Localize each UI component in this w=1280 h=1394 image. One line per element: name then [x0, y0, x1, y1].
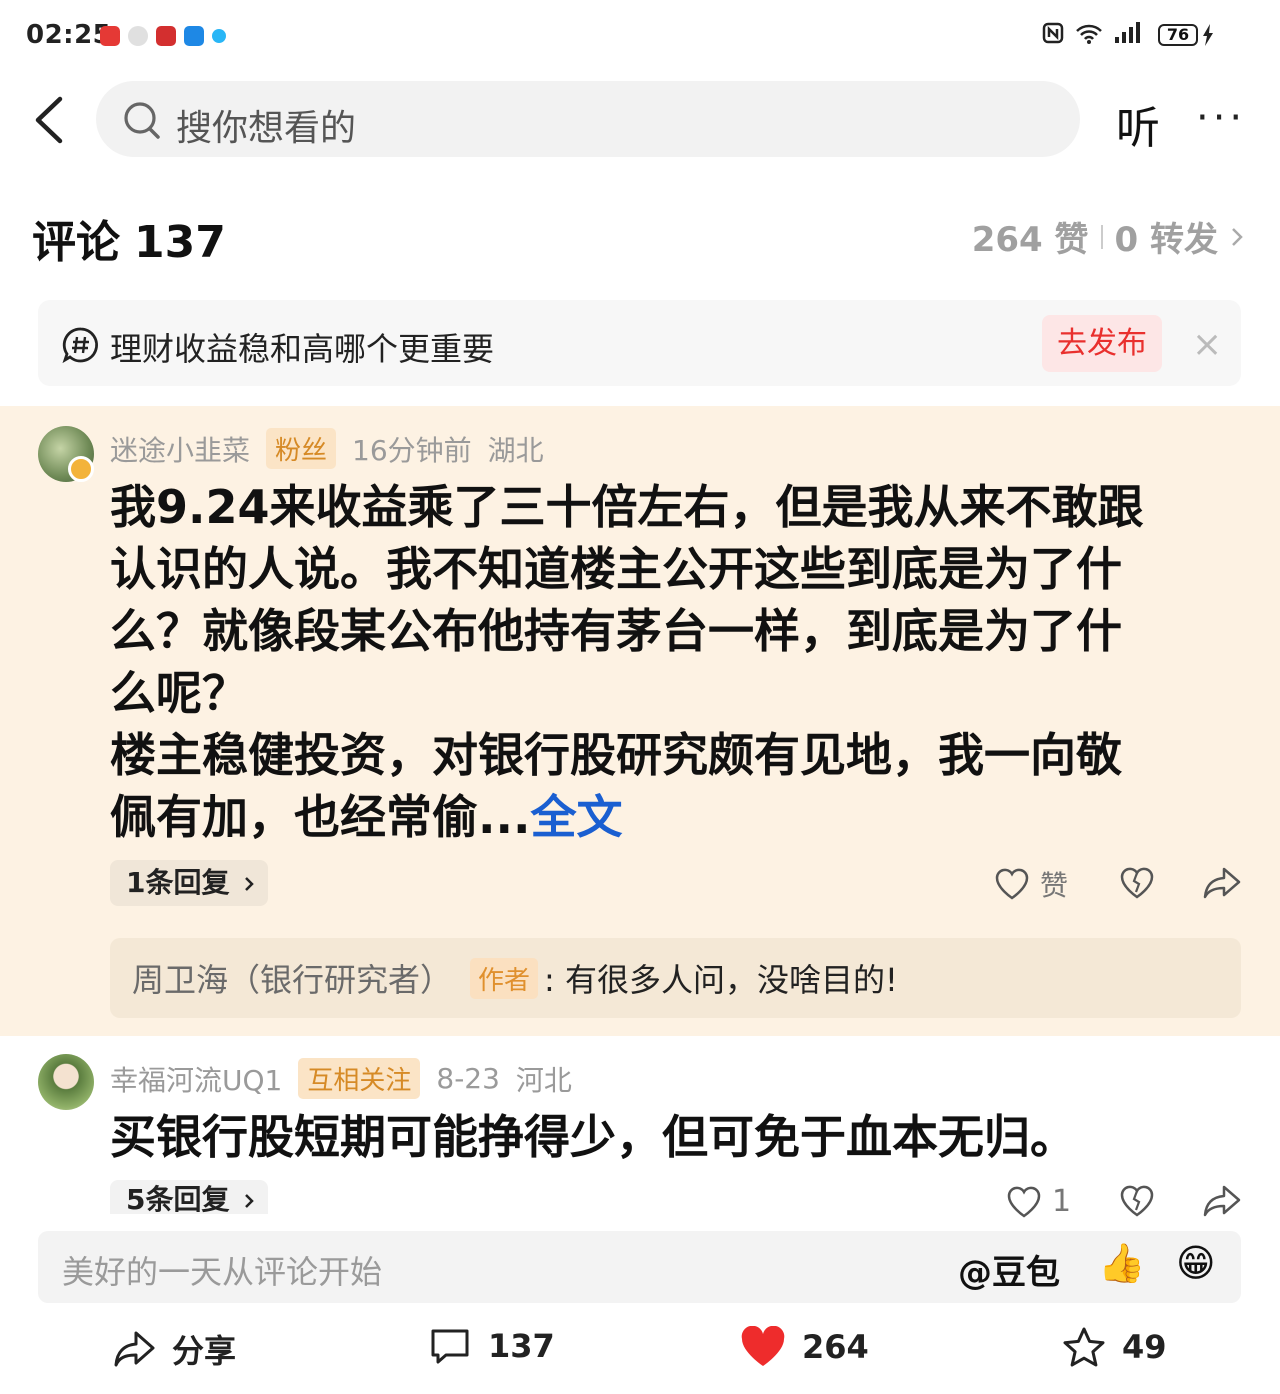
chevron-right-icon — [1232, 227, 1243, 246]
comment-meta: 幸福河流UQ1 互相关注 8-23 河北 — [110, 1058, 572, 1099]
badge-icon — [68, 456, 94, 482]
broken-heart-icon[interactable] — [1119, 1184, 1155, 1218]
like-count: 1 — [1052, 1184, 1072, 1219]
favorite-count: 49 — [1122, 1328, 1167, 1366]
comments-count: 137 — [134, 217, 226, 268]
hashtag-bubble-icon — [62, 327, 98, 364]
comments-title: 评论 137 — [32, 206, 226, 270]
app-notification-icon — [156, 26, 176, 46]
mention-button[interactable]: @豆包 — [958, 1245, 1060, 1294]
comment-line: 我9.24来收益乘了三十倍左右，但是我从来不敢跟 — [110, 480, 1144, 534]
search-placeholder: 搜你想看的 — [176, 108, 357, 149]
share-icon — [114, 1331, 155, 1367]
app-notification-icon — [212, 29, 226, 43]
author-badge: 作者 — [470, 957, 539, 999]
reply-count: 1条回复 — [126, 866, 230, 899]
post-like-count: 264 — [802, 1328, 869, 1366]
author-reply[interactable]: 周卫海（银行研究者） 作者 : 有很多人问，没啥目的! — [110, 938, 1241, 1018]
more-menu-button[interactable]: ··· — [1196, 98, 1246, 138]
reply-count: 5条回复 — [126, 1183, 230, 1214]
star-icon — [1063, 1327, 1105, 1367]
favorite-button[interactable]: 49 — [1062, 1326, 1167, 1368]
like-post-button[interactable]: 264 — [740, 1326, 869, 1368]
listen-button[interactable]: 听 — [1116, 92, 1160, 156]
full-text-link[interactable]: 全文 — [530, 790, 622, 844]
fan-badge: 粉丝 — [266, 428, 337, 469]
heart-filled-icon — [741, 1326, 785, 1366]
comment-username[interactable]: 迷途小韭菜 — [110, 429, 250, 469]
comments-title-label: 评论 — [32, 217, 120, 268]
view-replies-button[interactable]: 1条回复 — [110, 860, 268, 906]
comment-time: 16分钟前 — [352, 433, 472, 467]
comment-username[interactable]: 幸福河流UQ1 — [110, 1059, 282, 1099]
share-button[interactable]: 分享 — [112, 1326, 236, 1372]
comment-input[interactable]: 美好的一天从评论开始 @豆包 👍 😁 — [38, 1231, 1241, 1303]
chevron-right-icon — [245, 1194, 255, 1208]
app-notification-icon — [100, 26, 120, 46]
topic-text: 理财收益稳和高哪个更重要 — [110, 330, 495, 368]
battery-indicator: 76 — [1158, 24, 1198, 46]
broken-heart-icon[interactable] — [1119, 866, 1155, 900]
chevron-right-icon — [245, 877, 255, 891]
comment-line: 么？就像段某公布他持有茅台一样，到底是为了什 — [110, 604, 1122, 658]
share-icon[interactable] — [1202, 1184, 1242, 1218]
like-button[interactable]: 赞 — [994, 864, 1068, 904]
comment-meta: 迷途小韭菜 粉丝 16分钟前 湖北 — [110, 428, 544, 469]
comment-bubble-icon — [431, 1329, 469, 1364]
author-reply-text: : 有很多人问，没啥目的! — [544, 961, 898, 999]
wifi-icon — [1076, 24, 1102, 44]
thumbs-up-emoji-button[interactable]: 👍 — [1098, 1241, 1145, 1286]
signal-icon — [1115, 22, 1140, 43]
charging-icon — [1203, 24, 1213, 46]
stats-divider — [1100, 224, 1103, 249]
like-button[interactable]: 1 — [1006, 1184, 1071, 1219]
app-notification-icon — [128, 26, 148, 46]
status-bar: 02:25 76 — [0, 0, 1280, 72]
close-icon[interactable]: × — [1192, 324, 1222, 365]
nfc-icon — [1042, 22, 1064, 44]
comment-location: 河北 — [515, 1063, 572, 1097]
reposts-stat: 0 转发 — [1114, 220, 1219, 260]
topic-banner[interactable]: 理财收益稳和高哪个更重要 去发布 × — [38, 300, 1241, 386]
likes-stat: 264 赞 — [971, 220, 1089, 260]
view-replies-button[interactable]: 5条回复 — [110, 1180, 268, 1214]
status-time: 02:25 — [26, 20, 112, 50]
author-name[interactable]: 周卫海（银行研究者） — [132, 955, 452, 1001]
search-icon — [124, 102, 160, 139]
back-arrow-icon[interactable] — [32, 96, 66, 144]
comment-location: 湖北 — [487, 433, 544, 467]
engagement-stats[interactable]: 264 赞 0 转发 — [972, 212, 1244, 261]
comment-body[interactable]: 买银行股短期可能挣得少，但可免于血本无归。 — [110, 1106, 1076, 1168]
comment-time: 8-23 — [436, 1062, 500, 1095]
comment-line: 佩有加，也经常偷... — [110, 790, 531, 844]
status-indicators — [1042, 22, 1140, 44]
app-notification-icon — [184, 26, 204, 46]
search-bar[interactable]: 搜你想看的 — [96, 81, 1080, 157]
comment-input-placeholder: 美好的一天从评论开始 — [62, 1253, 383, 1291]
comment-line: 认识的人说。我不知道楼主公开这些到底是为了什 — [110, 542, 1122, 596]
publish-button[interactable]: 去发布 — [1042, 315, 1162, 372]
comment-count: 137 — [488, 1327, 555, 1365]
avatar[interactable] — [38, 1054, 94, 1110]
notification-icons — [100, 26, 226, 46]
comment-line: 楼主稳健投资，对银行股研究颇有见地，我一向敬 — [110, 728, 1122, 782]
share-icon[interactable] — [1202, 866, 1242, 900]
comment-button[interactable]: 137 — [428, 1326, 555, 1366]
mutual-follow-badge: 互相关注 — [298, 1058, 421, 1099]
like-label: 赞 — [1040, 869, 1069, 902]
heart-outline-icon — [1007, 1186, 1041, 1218]
comment-line: 么呢？ — [110, 666, 248, 720]
comment-body[interactable]: 我9.24来收益乘了三十倍左右，但是我从来不敢跟 认识的人说。我不知道楼主公开这… — [110, 476, 1220, 848]
heart-outline-icon — [995, 868, 1029, 900]
grin-emoji-button[interactable]: 😁 — [1176, 1241, 1216, 1285]
share-label: 分享 — [172, 1332, 237, 1370]
